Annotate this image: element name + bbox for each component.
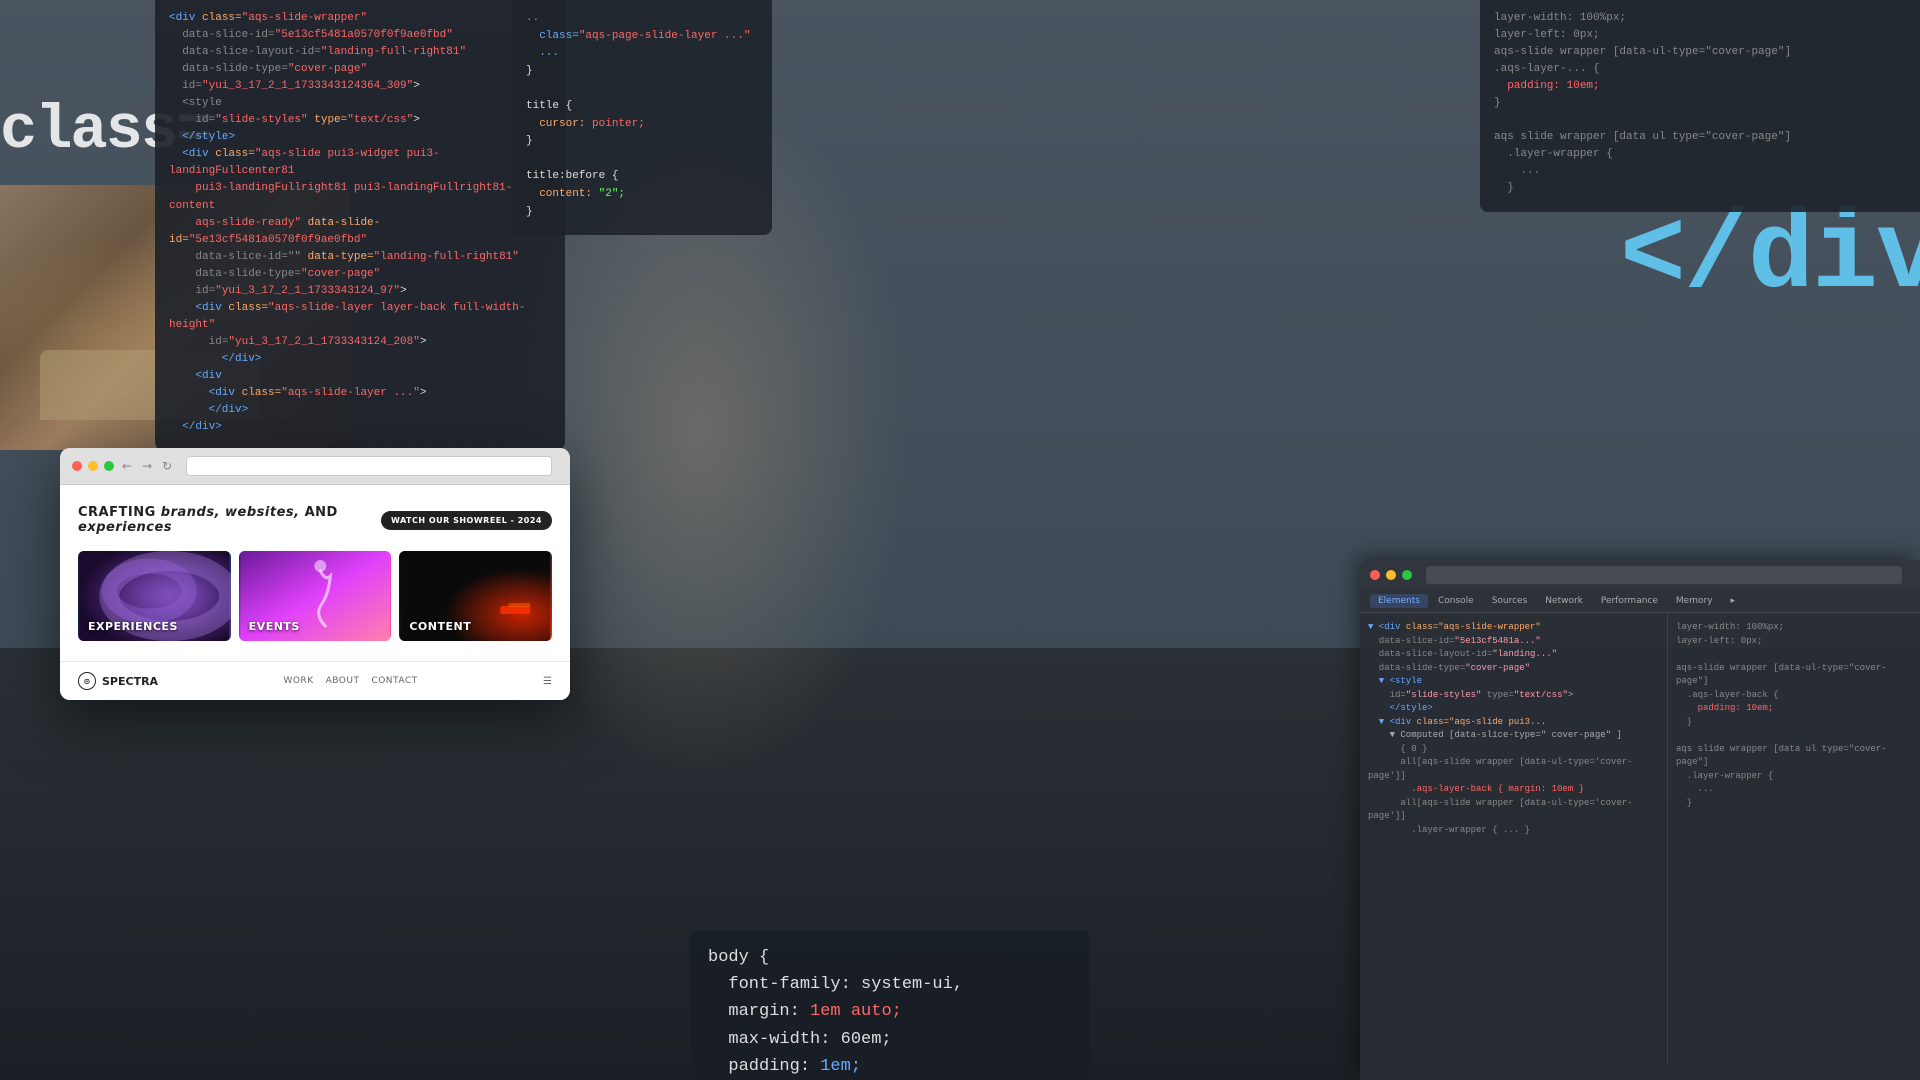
card-events-label: EVENTS	[249, 620, 300, 633]
footer-nav-contact[interactable]: CONTACT	[371, 676, 417, 686]
devtools-tabs: Elements Console Sources Network Perform…	[1360, 590, 1920, 613]
code-panel-top-right: layer-width: 100%px; layer-left: 0px; aq…	[1480, 0, 1920, 212]
browser-mockup-main: ← → ↻ CRAFTING brands, websites, AND exp…	[60, 448, 570, 700]
devtools-url-bar[interactable]	[1426, 566, 1902, 584]
css-line-4: max-width: 60em;	[708, 1026, 1072, 1053]
devtools-tab-console[interactable]: Console	[1430, 594, 1482, 608]
css-code-display: body { font-family: system-ui, margin: 1…	[690, 930, 1090, 1080]
reload-button[interactable]: ↻	[160, 459, 174, 473]
footer-logo-text: SPECTRA	[102, 675, 158, 688]
footer-nav: WORK ABOUT CONTACT	[283, 676, 417, 686]
devtools-tab-network[interactable]: Network	[1537, 594, 1591, 608]
back-button[interactable]: ←	[120, 459, 134, 473]
card-events[interactable]: EVENTS	[239, 551, 392, 641]
card-content-label: CONTENT	[409, 620, 471, 633]
css-line-2: font-family: system-ui,	[708, 971, 1072, 998]
browser-toolbar: ← → ↻	[60, 448, 570, 485]
devtools-close-dot[interactable]	[1370, 570, 1380, 580]
browser-close-dot[interactable]	[72, 461, 82, 471]
hero-text: CRAFTING brands, websites, AND experienc…	[78, 505, 381, 535]
footer-logo: ⊙ SPECTRA	[78, 672, 158, 690]
card-content[interactable]: CONTENT	[399, 551, 552, 641]
devtools-tab-more[interactable]: ▸	[1723, 594, 1744, 608]
devtools-topbar	[1360, 560, 1920, 590]
devtools-minimize-dot[interactable]	[1386, 570, 1396, 580]
card-experiences-label: EXPERIENCES	[88, 620, 178, 633]
devtools-tab-performance[interactable]: Performance	[1593, 594, 1666, 608]
footer-logo-icon: ⊙	[78, 672, 96, 690]
footer-nav-work[interactable]: WORK	[283, 676, 313, 686]
devtools-maximize-dot[interactable]	[1402, 570, 1412, 580]
browser-footer: ⊙ SPECTRA WORK ABOUT CONTACT ☰	[60, 661, 570, 700]
devtools-body: ▼ <div class="aqs-slide-wrapper" data-sl…	[1360, 613, 1920, 1063]
devtools-tab-memory[interactable]: Memory	[1668, 594, 1721, 608]
code-panel-top-center: .. class="aqs-page-slide-layer ..." ... …	[512, 0, 772, 235]
css-line-1: body {	[708, 944, 1072, 971]
code-content-tr: layer-width: 100%px; layer-left: 0px; aq…	[1494, 10, 1906, 198]
forward-button[interactable]: →	[140, 459, 154, 473]
code-content-tl: <div class="aqs-slide-wrapper" data-slic…	[169, 10, 551, 436]
devtools-panel: Elements Console Sources Network Perform…	[1360, 560, 1920, 1080]
code-panel-top-left: <div class="aqs-slide-wrapper" data-slic…	[155, 0, 565, 450]
div-closing-tag-display: </div	[1620, 195, 1920, 320]
css-line-3: margin: 1em auto;	[708, 998, 1072, 1025]
footer-menu-icon[interactable]: ☰	[543, 676, 552, 687]
card-experiences[interactable]: EXPERIENCES	[78, 551, 231, 641]
code-content-tc: .. class="aqs-page-slide-layer ..." ... …	[526, 10, 758, 221]
watch-showreel-button[interactable]: WATCH OUR SHOWREEL - 2024	[381, 511, 552, 530]
browser-minimize-dot[interactable]	[88, 461, 98, 471]
devtools-tab-sources[interactable]: Sources	[1484, 594, 1536, 608]
css-line-5: padding: 1em;	[708, 1053, 1072, 1080]
devtools-dom-panel: ▼ <div class="aqs-slide-wrapper" data-sl…	[1360, 613, 1668, 1063]
browser-cards-container: EXPERIENCES	[78, 551, 552, 641]
devtools-tab-elements[interactable]: Elements	[1370, 594, 1428, 608]
browser-maximize-dot[interactable]	[104, 461, 114, 471]
browser-hero: CRAFTING brands, websites, AND experienc…	[78, 505, 552, 535]
browser-body: CRAFTING brands, websites, AND experienc…	[60, 485, 570, 661]
devtools-styles-panel: layer-width: 100%px; layer-left: 0px; aq…	[1668, 613, 1920, 1063]
url-bar[interactable]	[186, 456, 552, 476]
footer-nav-about[interactable]: ABOUT	[326, 676, 360, 686]
